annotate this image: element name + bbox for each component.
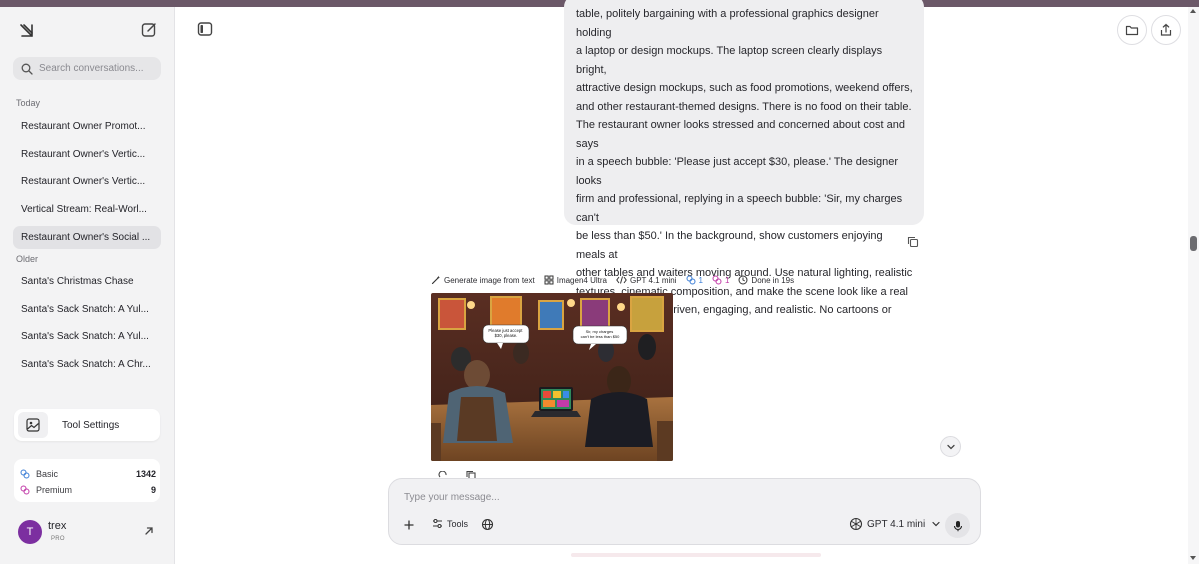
- conversation-item[interactable]: Santa's Christmas Chase: [13, 270, 161, 293]
- conversation-item[interactable]: Santa's Sack Snatch: A Yul...: [13, 325, 161, 348]
- scroll-thumb[interactable]: [1190, 236, 1197, 251]
- scroll-to-bottom-button[interactable]: [940, 436, 961, 457]
- chevron-down-icon: [946, 444, 955, 449]
- toggle-sidebar-icon[interactable]: [196, 20, 214, 38]
- restaurant-scene-image: Please just accept $30, please. Sir, my …: [431, 293, 673, 461]
- meta-status-label: Done in 19s: [751, 275, 795, 285]
- app-logo-icon[interactable]: [18, 21, 36, 39]
- basic-credit-icon: [20, 469, 30, 479]
- chevron-down-icon: [932, 521, 940, 527]
- grid-icon: [544, 275, 554, 285]
- tool-settings-label: Tool Settings: [62, 419, 120, 431]
- tool-settings-button[interactable]: Tool Settings: [14, 409, 160, 441]
- meta-premium-count: 1: [712, 275, 729, 285]
- sliders-icon: [433, 519, 442, 528]
- conversation-item[interactable]: Restaurant Owner Promot...: [13, 115, 161, 138]
- section-today-label: Today: [16, 98, 41, 108]
- message-line: The restaurant owner looks stressed and …: [576, 119, 905, 150]
- meta-premium-count-value: 1: [724, 275, 730, 285]
- message-line: firm and professional, replying in a spe…: [576, 193, 903, 224]
- generation-meta: Generate image from text Imagen4 Ultra G…: [431, 273, 803, 287]
- user-message-bubble: table, politely bargaining with a profes…: [564, 0, 924, 335]
- message-line: in a speech bubble: 'Please just accept …: [576, 156, 898, 187]
- openai-logo-icon: [849, 517, 863, 531]
- wand-icon: [431, 275, 440, 285]
- model-selector[interactable]: GPT 4.1 mini: [849, 517, 945, 531]
- search-box[interactable]: [13, 57, 161, 80]
- credit-row-basic: Basic 1342: [20, 467, 156, 481]
- code-icon: [616, 276, 627, 284]
- share-button[interactable]: [1151, 15, 1181, 45]
- user-name: trex: [48, 520, 67, 532]
- message-line: a laptop or design mockups. The laptop s…: [576, 45, 883, 76]
- avatar[interactable]: T: [18, 520, 42, 544]
- credit-value: 1342: [135, 469, 156, 479]
- generated-image[interactable]: Please just accept $30, please. Sir, my …: [431, 293, 673, 461]
- meta-llm-model-label: GPT 4.1 mini: [629, 275, 677, 285]
- meta-basic-count-value: 1: [698, 275, 703, 285]
- plus-icon[interactable]: [403, 519, 415, 531]
- bubble-right-text: Sir, my charges can't be less than $50: [581, 329, 621, 339]
- basic-credit-icon: [686, 275, 696, 285]
- scroll-down-arrow[interactable]: [1190, 556, 1196, 560]
- arrow-up-right-icon[interactable]: [143, 525, 155, 537]
- conversation-item-active[interactable]: Restaurant Owner's Social ...: [13, 226, 161, 249]
- globe-icon[interactable]: [481, 518, 494, 531]
- search-icon: [21, 63, 33, 75]
- credit-row-premium: Premium 9: [20, 483, 156, 497]
- user-profile[interactable]: T trex PRO: [18, 518, 163, 548]
- meta-llm-model: GPT 4.1 mini: [616, 275, 677, 285]
- user-plan-badge: PRO: [51, 536, 65, 542]
- tool-settings-icon-wrap: [18, 412, 48, 438]
- message-input[interactable]: [404, 489, 904, 505]
- new-chat-icon[interactable]: [140, 21, 158, 39]
- sidebar: Today Restaurant Owner Promot... Restaur…: [0, 7, 175, 564]
- premium-credit-icon: [20, 485, 30, 495]
- search-input[interactable]: [39, 63, 149, 74]
- page-scrollbar[interactable]: [1188, 7, 1199, 564]
- tools-label: Tools: [447, 518, 469, 529]
- chat-main: table, politely bargaining with a profes…: [176, 0, 1188, 564]
- tools-button[interactable]: Tools: [432, 518, 468, 529]
- meta-basic-count: 1: [686, 275, 703, 285]
- meta-image-model-label: Imagen4 Ultra: [556, 275, 607, 285]
- message-line: be less than $50.' In the background, sh…: [576, 230, 883, 261]
- share-icon: [1160, 23, 1172, 36]
- footer-fade: [571, 553, 821, 557]
- model-label: GPT 4.1 mini: [867, 518, 926, 530]
- credit-value: 9: [150, 485, 156, 495]
- message-line: attractive design mockups, such as food …: [576, 82, 913, 94]
- microphone-button[interactable]: [945, 513, 970, 538]
- credit-name: Premium: [36, 485, 73, 495]
- folder-button[interactable]: [1117, 15, 1147, 45]
- microphone-icon: [953, 520, 962, 531]
- meta-action: Generate image from text: [431, 275, 535, 285]
- conversation-item[interactable]: Restaurant Owner's Vertic...: [13, 170, 161, 193]
- copy-icon[interactable]: [907, 236, 919, 248]
- meta-image-model: Imagen4 Ultra: [544, 275, 607, 285]
- conversation-item[interactable]: Santa's Sack Snatch: A Chr...: [13, 353, 161, 376]
- message-line: table, politely bargaining with a profes…: [576, 8, 879, 39]
- section-older-label: Older: [16, 254, 39, 264]
- message-line: and other restaurant-themed designs. The…: [576, 100, 912, 113]
- conversation-item[interactable]: Vertical Stream: Real-Worl...: [13, 198, 161, 221]
- premium-credit-icon: [712, 275, 722, 285]
- conversation-item[interactable]: Restaurant Owner's Vertic...: [13, 143, 161, 166]
- sidebar-header: [0, 19, 175, 49]
- image-icon: [26, 418, 40, 432]
- credits-panel: Basic 1342 Premium 9: [14, 459, 160, 502]
- folder-icon: [1125, 25, 1139, 36]
- conversation-item[interactable]: Santa's Sack Snatch: A Yul...: [13, 298, 161, 321]
- scroll-up-arrow[interactable]: [1190, 9, 1196, 13]
- meta-action-label: Generate image from text: [444, 275, 535, 285]
- message-composer: Tools GPT 4.1 mini: [388, 478, 981, 545]
- meta-status: Done in 19s: [738, 275, 794, 285]
- clock-icon: [738, 275, 748, 285]
- credit-name: Basic: [36, 469, 59, 479]
